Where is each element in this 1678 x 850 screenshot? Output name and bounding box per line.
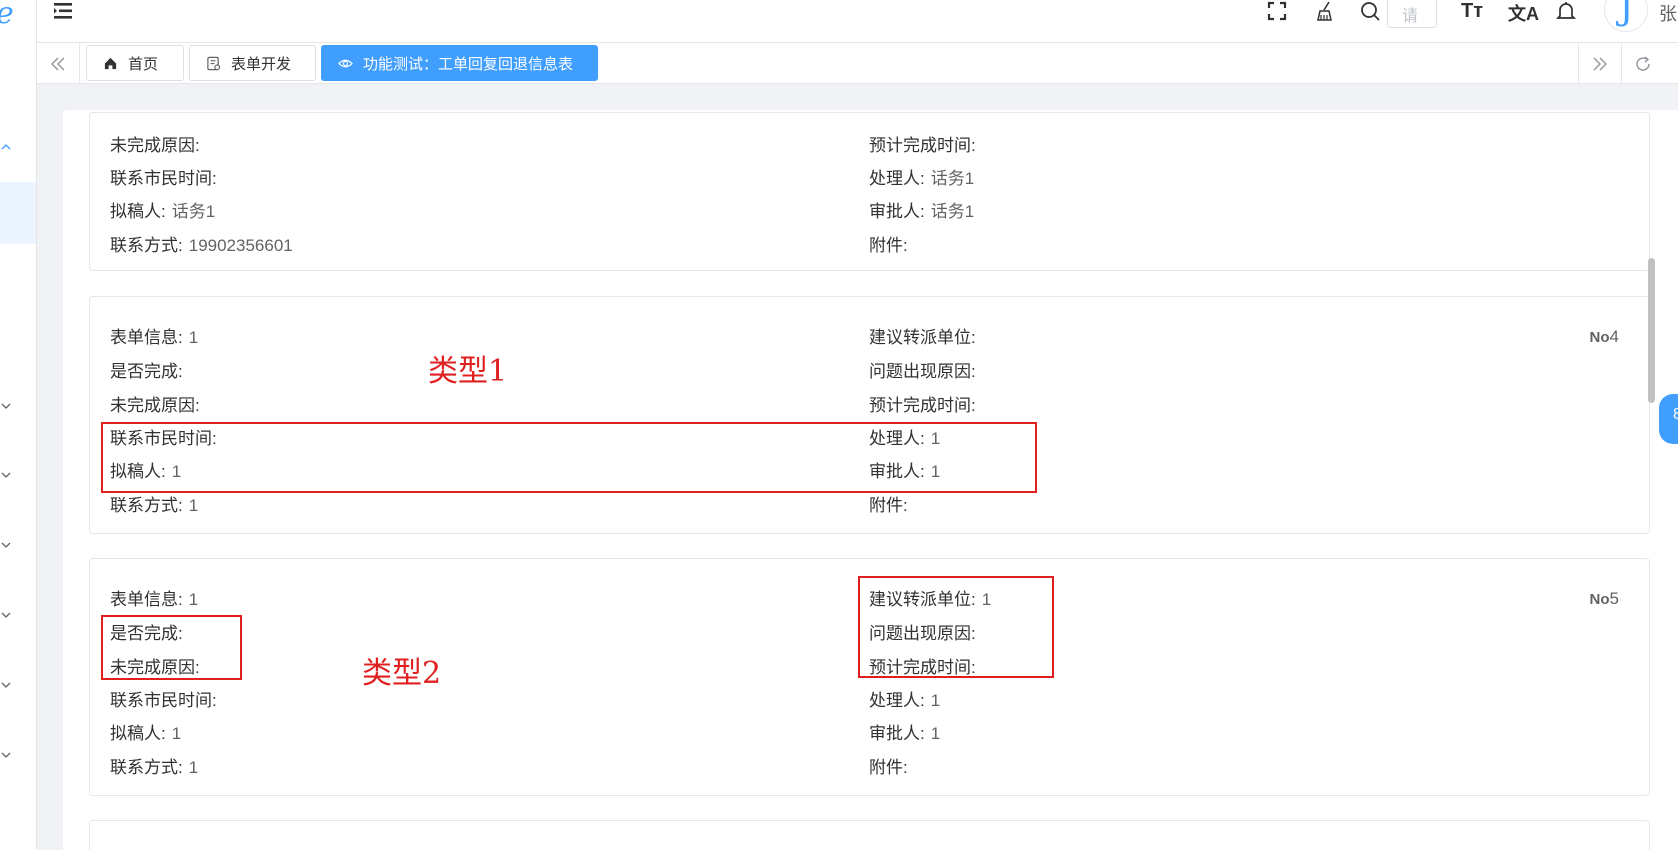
tab-label: 功能测试：工单回复回退信息表 (363, 55, 574, 73)
chevron-up-icon[interactable] (0, 140, 12, 152)
chevron-down-icon[interactable] (0, 538, 12, 550)
tabs-bar: 首页 表单开发 功能测试：工单回复回退信息表 (37, 43, 1678, 84)
field-row: 联系市民时间: (110, 691, 217, 710)
field-row: 处理人: 话务1 (869, 169, 975, 188)
field-row: 预计完成时间: (869, 136, 976, 155)
tab-function-test[interactable]: 功能测试：工单回复回退信息表 (321, 45, 598, 81)
tab-label: 表单开发 (231, 55, 292, 73)
search-icon[interactable] (1359, 0, 1381, 22)
annotation-label: 类型2 (362, 656, 442, 691)
annotation-box (858, 576, 1054, 678)
field-row: 建议转派单位: (869, 328, 976, 347)
translate-icon[interactable]: 文A (1508, 0, 1539, 26)
refresh-icon[interactable] (1621, 43, 1664, 84)
hamburger-menu-icon[interactable] (53, 2, 73, 20)
tabs-scroll-right-icon[interactable] (1578, 43, 1621, 84)
field-row: 审批人: 1 (869, 724, 941, 743)
clear-cache-broom-icon[interactable] (1314, 0, 1336, 22)
field-row: 附件: (869, 236, 908, 255)
field-row: 未完成原因: (110, 136, 200, 155)
header-search-input[interactable]: 请 (1387, 0, 1437, 28)
field-row: 联系方式: 1 (110, 758, 199, 777)
tab-form-dev[interactable]: 表单开发 (189, 45, 316, 81)
field-row: 未完成原因: (110, 396, 200, 415)
annotation-box (101, 422, 1037, 493)
field-row: 表单信息: 1 (110, 590, 199, 609)
sidebar-active-item[interactable] (0, 182, 36, 244)
field-row: 联系市民时间: (110, 169, 217, 188)
field-row: 是否完成: (110, 362, 183, 381)
eye-icon (338, 59, 353, 67)
tab-label: 首页 (128, 55, 159, 73)
home-icon (104, 57, 117, 69)
bell-icon[interactable] (1555, 0, 1577, 22)
record-card: No4 表单信息: 1 是否完成: 未完成原因: 联系市民时间: 拟稿人: 1 联系… (89, 296, 1650, 534)
record-card (89, 820, 1650, 850)
form-icon (207, 56, 221, 70)
field-row: 审批人: 话务1 (869, 202, 975, 221)
annotation-label: 类型1 (428, 354, 508, 389)
field-row: 预计完成时间: (869, 396, 976, 415)
field-row: 表单信息: 1 (110, 328, 199, 347)
annotation-box (101, 615, 242, 680)
chevron-down-icon[interactable] (0, 608, 12, 620)
floating-side-tab[interactable]: 8 (1659, 394, 1678, 444)
chevron-down-icon[interactable] (0, 748, 12, 760)
field-row: 问题出现原因: (869, 362, 976, 381)
field-row: 附件: (869, 758, 908, 777)
field-row: 拟稿人: 1 (110, 724, 182, 743)
tab-home[interactable]: 首页 (86, 45, 184, 81)
fullscreen-icon[interactable] (1266, 0, 1288, 22)
username[interactable]: 张 (1659, 0, 1677, 26)
chevron-down-icon[interactable] (0, 468, 12, 480)
avatar[interactable]: J (1604, 0, 1648, 32)
field-row: 拟稿人: 话务1 (110, 202, 216, 221)
field-row: 处理人: 1 (869, 691, 941, 710)
record-card: 未完成原因: 联系市民时间: 拟稿人: 话务1 联系方式: 19902356601 … (89, 112, 1650, 271)
font-size-icon[interactable]: Tт (1461, 0, 1483, 23)
tabs-scroll-left-icon[interactable] (37, 43, 80, 84)
top-header: 请 Tт 文A J 张 (37, 0, 1678, 43)
scrollbar[interactable] (1648, 258, 1655, 403)
chevron-down-icon[interactable] (0, 399, 12, 411)
field-row: 附件: (869, 496, 908, 515)
field-row: 联系方式: 1 (110, 496, 199, 515)
sidebar: e (0, 0, 37, 850)
record-number: No5 (1589, 589, 1619, 608)
logo: e (0, 0, 14, 31)
record-number: No4 (1589, 327, 1619, 346)
chevron-down-icon[interactable] (0, 678, 12, 690)
field-row: 联系方式: 19902356601 (110, 236, 293, 255)
